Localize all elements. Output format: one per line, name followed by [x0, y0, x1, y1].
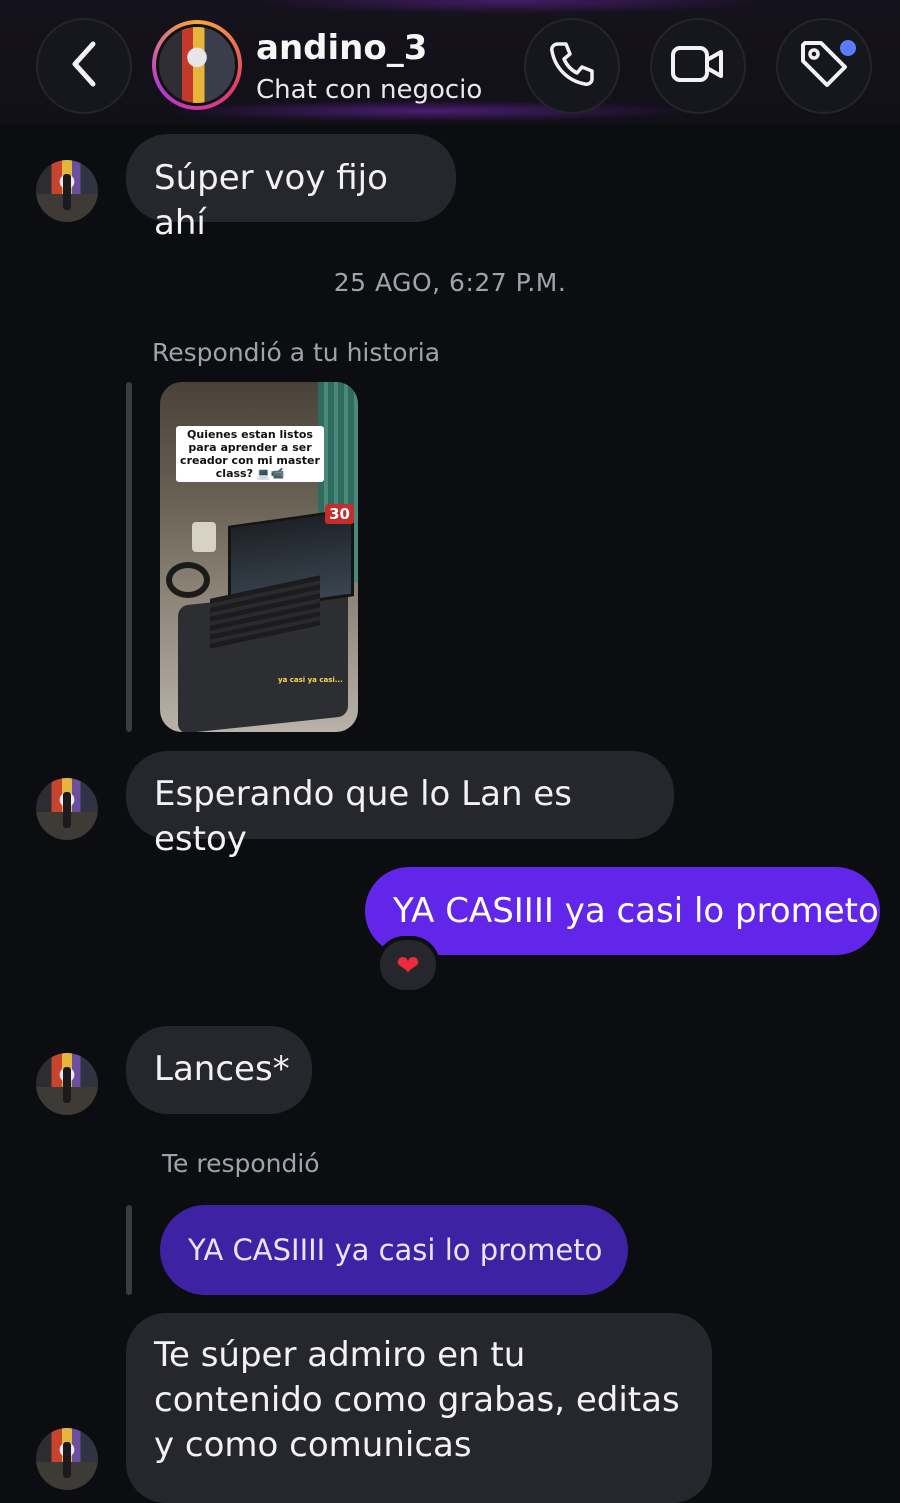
- sender-avatar[interactable]: [36, 160, 98, 222]
- message-timestamp: 25 AGO, 6:27 P.M.: [333, 268, 567, 297]
- story-badge: 30: [325, 504, 354, 524]
- back-button[interactable]: [36, 18, 132, 114]
- headphones-image: [166, 562, 210, 598]
- story-thumbnail[interactable]: Quienes estan listos para aprender a ser…: [160, 382, 358, 732]
- contact-username[interactable]: andino_3: [256, 28, 427, 68]
- quoted-message[interactable]: YA CASIIII ya casi lo prometo: [160, 1205, 628, 1295]
- notification-dot: [840, 40, 856, 56]
- chevron-left-icon: [67, 40, 101, 92]
- story-caption: Quienes estan listos para aprender a ser…: [176, 426, 324, 482]
- quote-bar: [126, 1205, 132, 1295]
- phone-icon: [546, 38, 598, 94]
- incoming-message[interactable]: Te súper admiro en tu contenido como gra…: [126, 1313, 712, 1503]
- incoming-message[interactable]: Súper voy fijo ahí: [126, 134, 456, 243]
- video-camera-icon: [669, 40, 727, 92]
- sender-avatar[interactable]: [36, 1053, 98, 1115]
- chat-type-label: Chat con negocio: [256, 75, 483, 105]
- incoming-message[interactable]: Lances*: [126, 1026, 312, 1114]
- sender-avatar[interactable]: [36, 778, 98, 840]
- reply-label: Te respondió: [162, 1149, 320, 1178]
- sender-avatar[interactable]: [36, 1428, 98, 1490]
- incoming-message[interactable]: Esperando que lo Lan es estoy: [126, 751, 674, 859]
- header-glow-top: [250, 0, 770, 14]
- heart-reaction[interactable]: ❤: [376, 936, 440, 994]
- quote-bar: [126, 382, 132, 732]
- label-tag-button[interactable]: [776, 18, 872, 114]
- heart-icon: ❤: [396, 948, 420, 982]
- video-call-button[interactable]: [650, 18, 746, 114]
- story-reply-label: Respondió a tu historia: [152, 338, 441, 367]
- call-button[interactable]: [524, 18, 620, 114]
- header-avatar[interactable]: [152, 20, 242, 110]
- story-small-caption: ya casi ya casi...: [278, 676, 343, 684]
- chat-header: andino_3 Chat con negocio: [0, 0, 900, 124]
- outgoing-message[interactable]: YA CASIIII ya casi lo prometo: [365, 867, 880, 955]
